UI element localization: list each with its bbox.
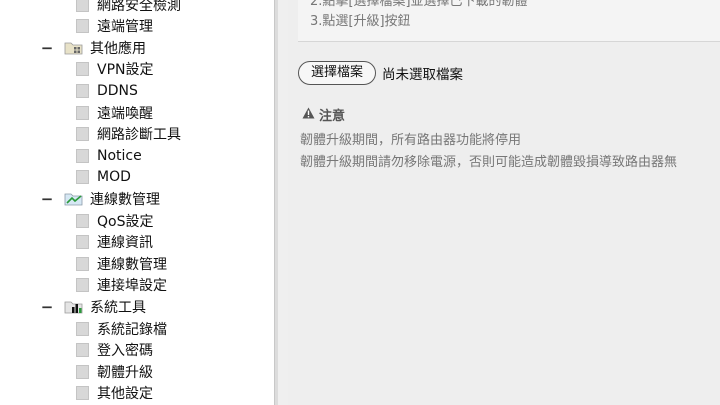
sidebar-item[interactable]: VPN設定 xyxy=(76,59,154,80)
sidebar-item[interactable]: 連接埠設定 xyxy=(76,275,167,296)
instruction-step-3: 3.點選[升級]按鈕 xyxy=(310,14,411,29)
page-icon xyxy=(76,343,89,358)
page-icon xyxy=(76,235,89,250)
folder-chart-icon xyxy=(64,191,84,206)
sidebar-item[interactable]: 連線數管理 xyxy=(76,253,167,274)
sidebar-group-label: 其他應用 xyxy=(90,40,146,57)
page-icon xyxy=(76,19,89,34)
navigation-tree: 網路安全檢測 遠端管理 − 其他應用 VPN設定 DDNS 遠端喚醒網路診斷工具 Notice… xyxy=(12,0,274,405)
page-icon xyxy=(76,83,89,98)
sidebar-item-label: 連線數管理 xyxy=(97,256,167,273)
sidebar-item[interactable]: 網路診斷工具 xyxy=(76,124,181,145)
sidebar-item[interactable]: 其他設定 xyxy=(76,383,153,404)
page-icon xyxy=(76,278,89,293)
page-icon xyxy=(76,170,89,185)
file-upload-row: 選擇檔案 尚未選取檔案 xyxy=(298,61,463,85)
instruction-step-2: 2.點擊[選擇檔案]並選擇已下載的韌體 xyxy=(310,0,528,9)
sidebar-group[interactable]: − 連線數管理 xyxy=(40,188,160,209)
folder-bar-icon xyxy=(64,299,84,314)
sidebar-item-label: 遠端喚醒 xyxy=(97,105,153,122)
sidebar-item[interactable]: 網路安全檢測 xyxy=(76,0,181,15)
sidebar-item-label: MOD xyxy=(97,169,131,186)
sidebar-item-label: 網路安全檢測 xyxy=(97,0,181,14)
page-icon xyxy=(76,105,89,120)
collapse-icon[interactable]: − xyxy=(40,39,54,57)
sidebar-item-label: 連接埠設定 xyxy=(97,278,167,295)
sidebar-item[interactable]: MOD xyxy=(76,167,131,188)
sidebar-item[interactable]: 連線資訊 xyxy=(76,232,153,253)
sidebar-item-label: 連線資訊 xyxy=(97,235,153,252)
instruction-panel: 2.點擊[選擇檔案]並選擇已下載的韌體 3.點選[升級]按鈕 xyxy=(298,0,720,42)
sidebar-group[interactable]: − 系統工具 xyxy=(40,296,146,317)
notice-title: 注意 xyxy=(319,109,346,124)
sidebar-item[interactable]: Notice xyxy=(76,145,142,166)
notice-line-2: 韌體升級期間請勿移除電源，否則可能造成韌體毀損導致路由器無 xyxy=(300,155,678,170)
sidebar-group-label: 連線數管理 xyxy=(90,191,160,208)
sidebar-item[interactable]: 系統記錄檔 xyxy=(76,318,167,339)
frame-gutter xyxy=(278,0,288,405)
sidebar-item[interactable]: 韌體升級 xyxy=(76,361,153,382)
page-icon xyxy=(76,0,89,12)
sidebar-item-label: 系統記錄檔 xyxy=(97,321,167,338)
sidebar-item[interactable]: 遠端喚醒 xyxy=(76,102,153,123)
sidebar-group-label: 系統工具 xyxy=(90,299,146,316)
collapse-icon[interactable]: − xyxy=(40,298,54,316)
page-icon xyxy=(76,321,89,336)
sidebar-item-label: DDNS xyxy=(97,82,138,99)
page-icon xyxy=(76,364,89,379)
sidebar-group[interactable]: − 其他應用 xyxy=(40,37,146,58)
sidebar-item[interactable]: QoS設定 xyxy=(76,210,153,231)
firmware-upgrade-panel: 2.點擊[選擇檔案]並選擇已下載的韌體 3.點選[升級]按鈕 選擇檔案 尚未選取… xyxy=(288,0,720,405)
notice-line-1: 韌體升級期間，所有路由器功能將停用 xyxy=(300,133,522,148)
notice-heading: 注意 xyxy=(302,105,345,124)
page-icon xyxy=(76,213,89,228)
page-icon xyxy=(76,62,89,77)
page-icon xyxy=(76,386,89,401)
sidebar-item-label: 其他設定 xyxy=(97,386,153,403)
sidebar-item-label: Notice xyxy=(97,147,142,164)
sidebar-item-label: 遠端管理 xyxy=(97,19,153,36)
page-icon xyxy=(76,127,89,142)
sidebar-item[interactable]: DDNS xyxy=(76,80,138,101)
page-icon xyxy=(76,148,89,163)
collapse-icon[interactable]: − xyxy=(40,190,54,208)
page-icon xyxy=(76,256,89,271)
warning-icon xyxy=(302,107,315,123)
sidebar-item-label: 韌體升級 xyxy=(97,364,153,381)
sidebar-item[interactable]: 登入密碼 xyxy=(76,340,153,361)
sidebar-item-label: 登入密碼 xyxy=(97,343,153,360)
sidebar-item-label: VPN設定 xyxy=(97,62,154,79)
folder-other-icon xyxy=(64,40,84,55)
choose-file-button[interactable]: 選擇檔案 xyxy=(298,61,377,85)
sidebar-item-label: QoS設定 xyxy=(97,213,154,230)
sidebar-item-label: 網路診斷工具 xyxy=(97,127,181,144)
file-status-text: 尚未選取檔案 xyxy=(382,67,464,83)
sidebar-item[interactable]: 遠端管理 xyxy=(76,16,153,37)
